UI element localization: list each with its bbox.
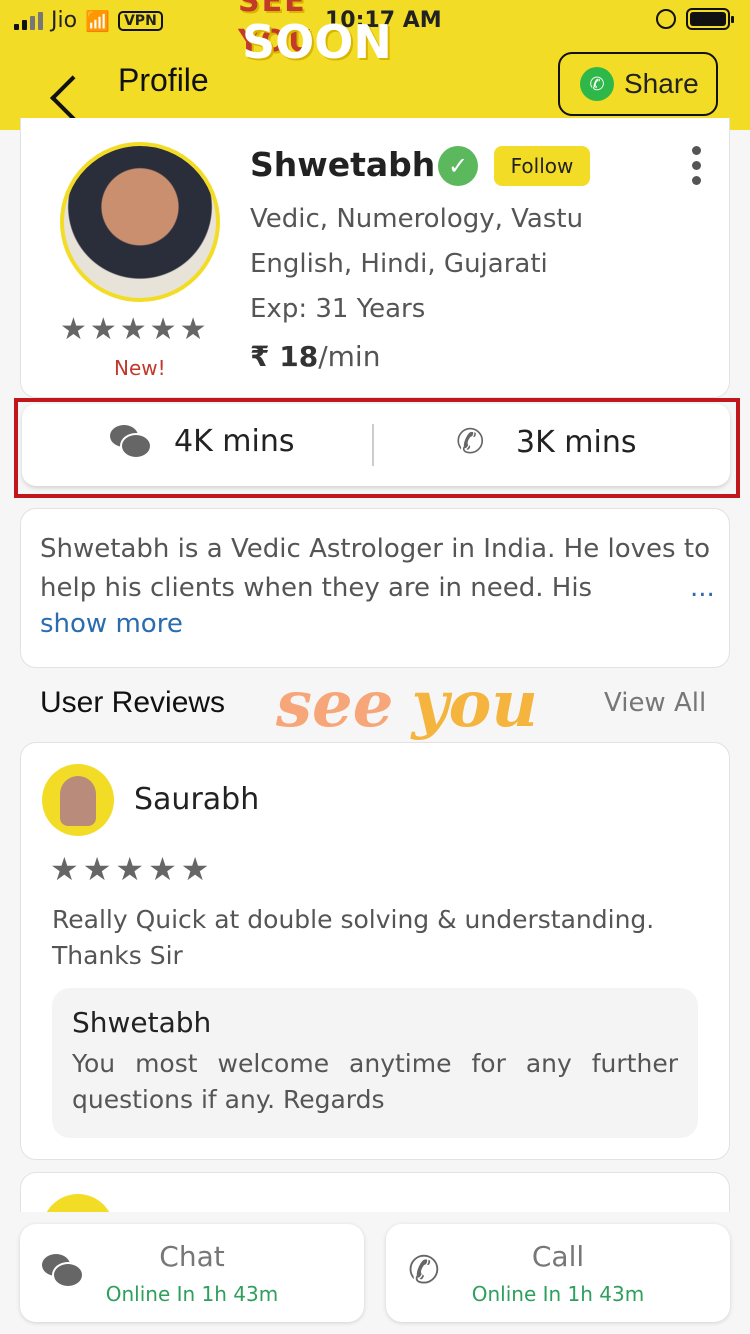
share-label: Share <box>624 68 699 99</box>
skills-text: Vedic, Numerology, Vastu <box>250 204 584 234</box>
carrier-label: Jio <box>51 8 78 33</box>
reviews-title: User Reviews <box>40 686 226 719</box>
reply-text: You most welcome anytime for any further… <box>72 1049 678 1114</box>
astrologer-avatar[interactable] <box>60 142 220 302</box>
new-badge: New! <box>114 356 166 380</box>
call-online-status: Online In 1h 43m <box>471 1282 645 1306</box>
phone-icon: ✆ <box>456 422 485 462</box>
reply-author: Shwetabh <box>72 1006 212 1039</box>
follow-button[interactable]: Follow <box>494 146 590 186</box>
call-minutes: ✆ 3K mins <box>456 424 637 460</box>
review-stars: ★★★★★ <box>50 850 214 888</box>
bio-ellipsis: ... <box>690 573 715 603</box>
chat-minutes: 4K mins <box>110 424 295 459</box>
astrologer-name: Shwetabh <box>250 145 436 184</box>
chat-minutes-value: 4K mins <box>174 424 295 459</box>
orientation-lock-icon <box>656 9 676 29</box>
call-minutes-value: 3K mins <box>516 424 637 460</box>
back-button[interactable] <box>40 62 80 106</box>
call-button[interactable]: ✆ Call Online In 1h 43m <box>386 1224 730 1322</box>
chat-online-status: Online In 1h 43m <box>105 1282 279 1306</box>
verified-icon: ✓ <box>438 146 478 186</box>
share-button[interactable]: ✆ Share <box>558 52 718 116</box>
wifi-icon: 📶 <box>85 8 110 33</box>
app-header: Jio 📶 VPN 10:17 AM SEE YOU SOON Profile … <box>0 0 750 130</box>
languages-text: English, Hindi, Gujarati <box>250 249 548 279</box>
view-all-link[interactable]: View All <box>604 688 706 718</box>
rating-stars: ★★★★★ <box>60 312 210 347</box>
stats-divider <box>372 424 374 466</box>
bio-text: Shwetabh is a Vedic Astrologer in India.… <box>40 534 710 603</box>
review-text: Really Quick at double solving & underst… <box>52 905 655 970</box>
chat-button[interactable]: Chat Online In 1h 43m <box>20 1224 364 1322</box>
chat-icon <box>110 424 150 459</box>
page-title: Profile <box>118 62 209 98</box>
call-button-label: Call <box>531 1240 585 1273</box>
price-text: ₹ 18/min <box>250 340 381 373</box>
show-more-link[interactable]: show more <box>40 609 183 639</box>
more-options-icon[interactable] <box>686 146 706 190</box>
whatsapp-icon: ✆ <box>580 67 614 101</box>
experience-text: Exp: 31 Years <box>250 294 426 324</box>
chat-button-label: Chat <box>159 1240 225 1273</box>
usage-stats: 4K mins ✆ 3K mins <box>22 404 730 486</box>
vpn-badge: VPN <box>117 10 163 31</box>
battery-icon <box>686 8 734 30</box>
reviewer-name: Saurabh <box>134 782 260 817</box>
reviewer-avatar <box>42 764 114 836</box>
signal-icon <box>14 11 43 30</box>
